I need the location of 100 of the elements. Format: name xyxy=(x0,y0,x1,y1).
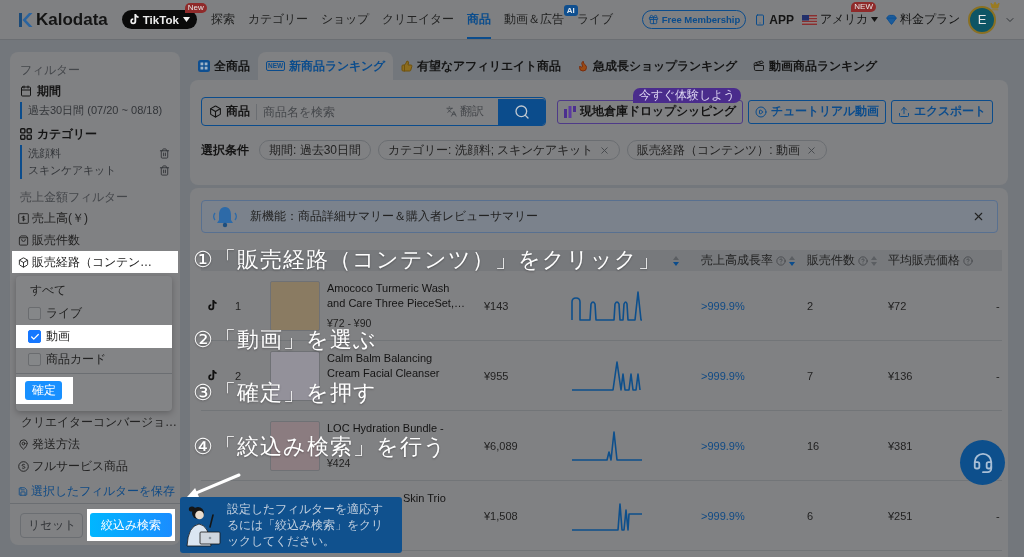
logo-text[interactable]: Kalodata xyxy=(36,9,108,30)
product-name[interactable]: Skin Trio xyxy=(403,491,446,506)
translate-button[interactable]: 翻訳 xyxy=(446,103,498,120)
nav-item[interactable]: カテゴリー xyxy=(247,0,308,39)
nav-item[interactable]: ライブ xyxy=(576,0,613,39)
average-price: ¥72 xyxy=(888,299,907,312)
filter-item[interactable]: クリエイターコンバージョ… xyxy=(12,411,178,433)
tab[interactable]: 急成長ショップランキング xyxy=(569,52,746,80)
promo-badge: 今すぐ体験しよう xyxy=(633,87,741,103)
platform-selector[interactable]: TikTok xyxy=(121,10,197,29)
sparkline xyxy=(571,429,643,462)
filter-item[interactable]: 販売件数 xyxy=(12,229,178,251)
column-header: 売上高成長率 xyxy=(701,252,773,269)
average-price: ¥381 xyxy=(888,439,913,452)
menu-option[interactable]: ライブ xyxy=(16,302,172,325)
menu-option[interactable]: 動画 xyxy=(16,325,172,348)
close-icon xyxy=(972,210,985,223)
logo-icon[interactable] xyxy=(18,11,33,28)
action-button[interactable]: チュートリアル動画 xyxy=(748,99,886,124)
instruction-text: ②「動画」を選ぶ xyxy=(193,329,377,350)
rank-text: 2 xyxy=(235,369,242,382)
help-icon[interactable] xyxy=(776,255,786,266)
sort-icon[interactable] xyxy=(673,255,679,266)
reset-button[interactable]: リセット xyxy=(20,512,83,538)
sort-icon[interactable] xyxy=(789,255,795,266)
filter-heading: 期間 xyxy=(37,82,61,100)
tab[interactable]: 全商品 xyxy=(190,52,258,80)
save-icon xyxy=(18,485,28,497)
cube-icon xyxy=(18,256,29,268)
nav-item[interactable]: 商品 xyxy=(466,0,491,39)
product-name[interactable]: Calm Balm Balancing Cream Facial Cleanser xyxy=(327,351,440,381)
sparkline xyxy=(571,289,643,322)
rank-text: 1 xyxy=(235,299,242,312)
calendar-icon xyxy=(20,85,32,97)
trash-icon[interactable] xyxy=(159,165,170,176)
sparkline xyxy=(571,359,643,392)
average-price: ¥251 xyxy=(888,509,913,522)
ai-badge: AI xyxy=(563,5,578,16)
product-name[interactable]: Amococo Turmeric Wash and Care Three PieceSet,… xyxy=(327,281,465,311)
filter-item[interactable]: フルサービス商品 xyxy=(12,455,178,477)
headset-icon xyxy=(971,451,994,474)
search-type-selector[interactable]: 商品 xyxy=(209,103,257,120)
banner-text: 新機能：商品詳細サマリー＆購入者レビューサマリー xyxy=(250,208,538,225)
phone-icon xyxy=(754,13,767,26)
sort-icon[interactable] xyxy=(871,255,877,266)
flame-icon xyxy=(577,60,590,72)
filter-item[interactable]: 売上高(￥) xyxy=(12,207,178,229)
help-icon[interactable] xyxy=(858,255,868,266)
action-button[interactable]: エクスポート xyxy=(891,99,993,124)
search-button[interactable] xyxy=(498,98,545,125)
close-icon[interactable] xyxy=(599,144,611,156)
bag-icon xyxy=(18,234,29,246)
gift-icon xyxy=(647,14,659,25)
dollar-icon xyxy=(18,212,29,224)
close-icon[interactable] xyxy=(806,144,818,156)
menu-option[interactable]: すべて xyxy=(16,279,172,302)
music-note-icon xyxy=(207,300,217,311)
pin-icon xyxy=(18,438,29,450)
save-filters-link[interactable]: 選択したフィルターを保存 xyxy=(12,482,178,500)
table-cell: - xyxy=(996,299,1000,312)
close-button[interactable] xyxy=(972,210,985,223)
nav-item[interactable]: ショップ xyxy=(320,0,369,39)
growth-value: >999.9% xyxy=(701,299,745,312)
column-header: 平均販売価格 xyxy=(888,252,960,269)
confirm-button[interactable]: 確定 xyxy=(25,381,62,400)
nav-item[interactable]: 探索 xyxy=(210,0,235,39)
filter-item[interactable]: 販売経路（コンテン… xyxy=(12,251,178,273)
translate-icon xyxy=(446,106,457,117)
table-cell: - xyxy=(996,509,1000,522)
growth-value: >999.9% xyxy=(701,509,745,522)
growth-value: >999.9% xyxy=(701,439,745,452)
trash-icon[interactable] xyxy=(159,148,170,159)
avatar[interactable]: E xyxy=(968,5,996,34)
price-range: ¥424 xyxy=(327,457,352,469)
tab[interactable]: 動画商品ランキング xyxy=(745,52,886,80)
new-badge: NEW xyxy=(851,2,876,12)
sales-value: ¥143 xyxy=(484,299,509,312)
sales-value: ¥955 xyxy=(484,369,509,382)
product-name[interactable]: LOC Hydration Bundle - xyxy=(327,421,444,436)
apply-search-button[interactable]: 絞込み検索 xyxy=(90,513,172,537)
filter-item[interactable]: 発送方法 xyxy=(12,433,178,455)
new-badge: New xyxy=(184,3,207,13)
play-icon xyxy=(755,105,767,118)
tab[interactable]: 有望なアフィリエイト商品 xyxy=(393,52,570,80)
pricing-link[interactable]: 料金プラン xyxy=(886,11,960,28)
nav-item[interactable]: クリエイター xyxy=(381,0,454,39)
help-icon[interactable] xyxy=(963,255,973,266)
diamond-icon xyxy=(886,14,897,25)
conditions-label: 選択条件 xyxy=(201,141,249,159)
checkbox[interactable] xyxy=(28,353,41,366)
music-note-icon xyxy=(128,14,139,25)
circled-s-icon xyxy=(18,460,29,472)
bell-icon xyxy=(212,205,238,228)
table-cell: - xyxy=(996,369,1000,382)
checkbox[interactable] xyxy=(28,307,41,320)
checkbox[interactable] xyxy=(28,330,41,343)
menu-option[interactable]: 商品カード xyxy=(16,348,172,371)
nav-item[interactable]: 動画＆広告 xyxy=(503,0,564,39)
app-link[interactable]: APP xyxy=(754,12,794,27)
bars-icon xyxy=(564,105,576,118)
